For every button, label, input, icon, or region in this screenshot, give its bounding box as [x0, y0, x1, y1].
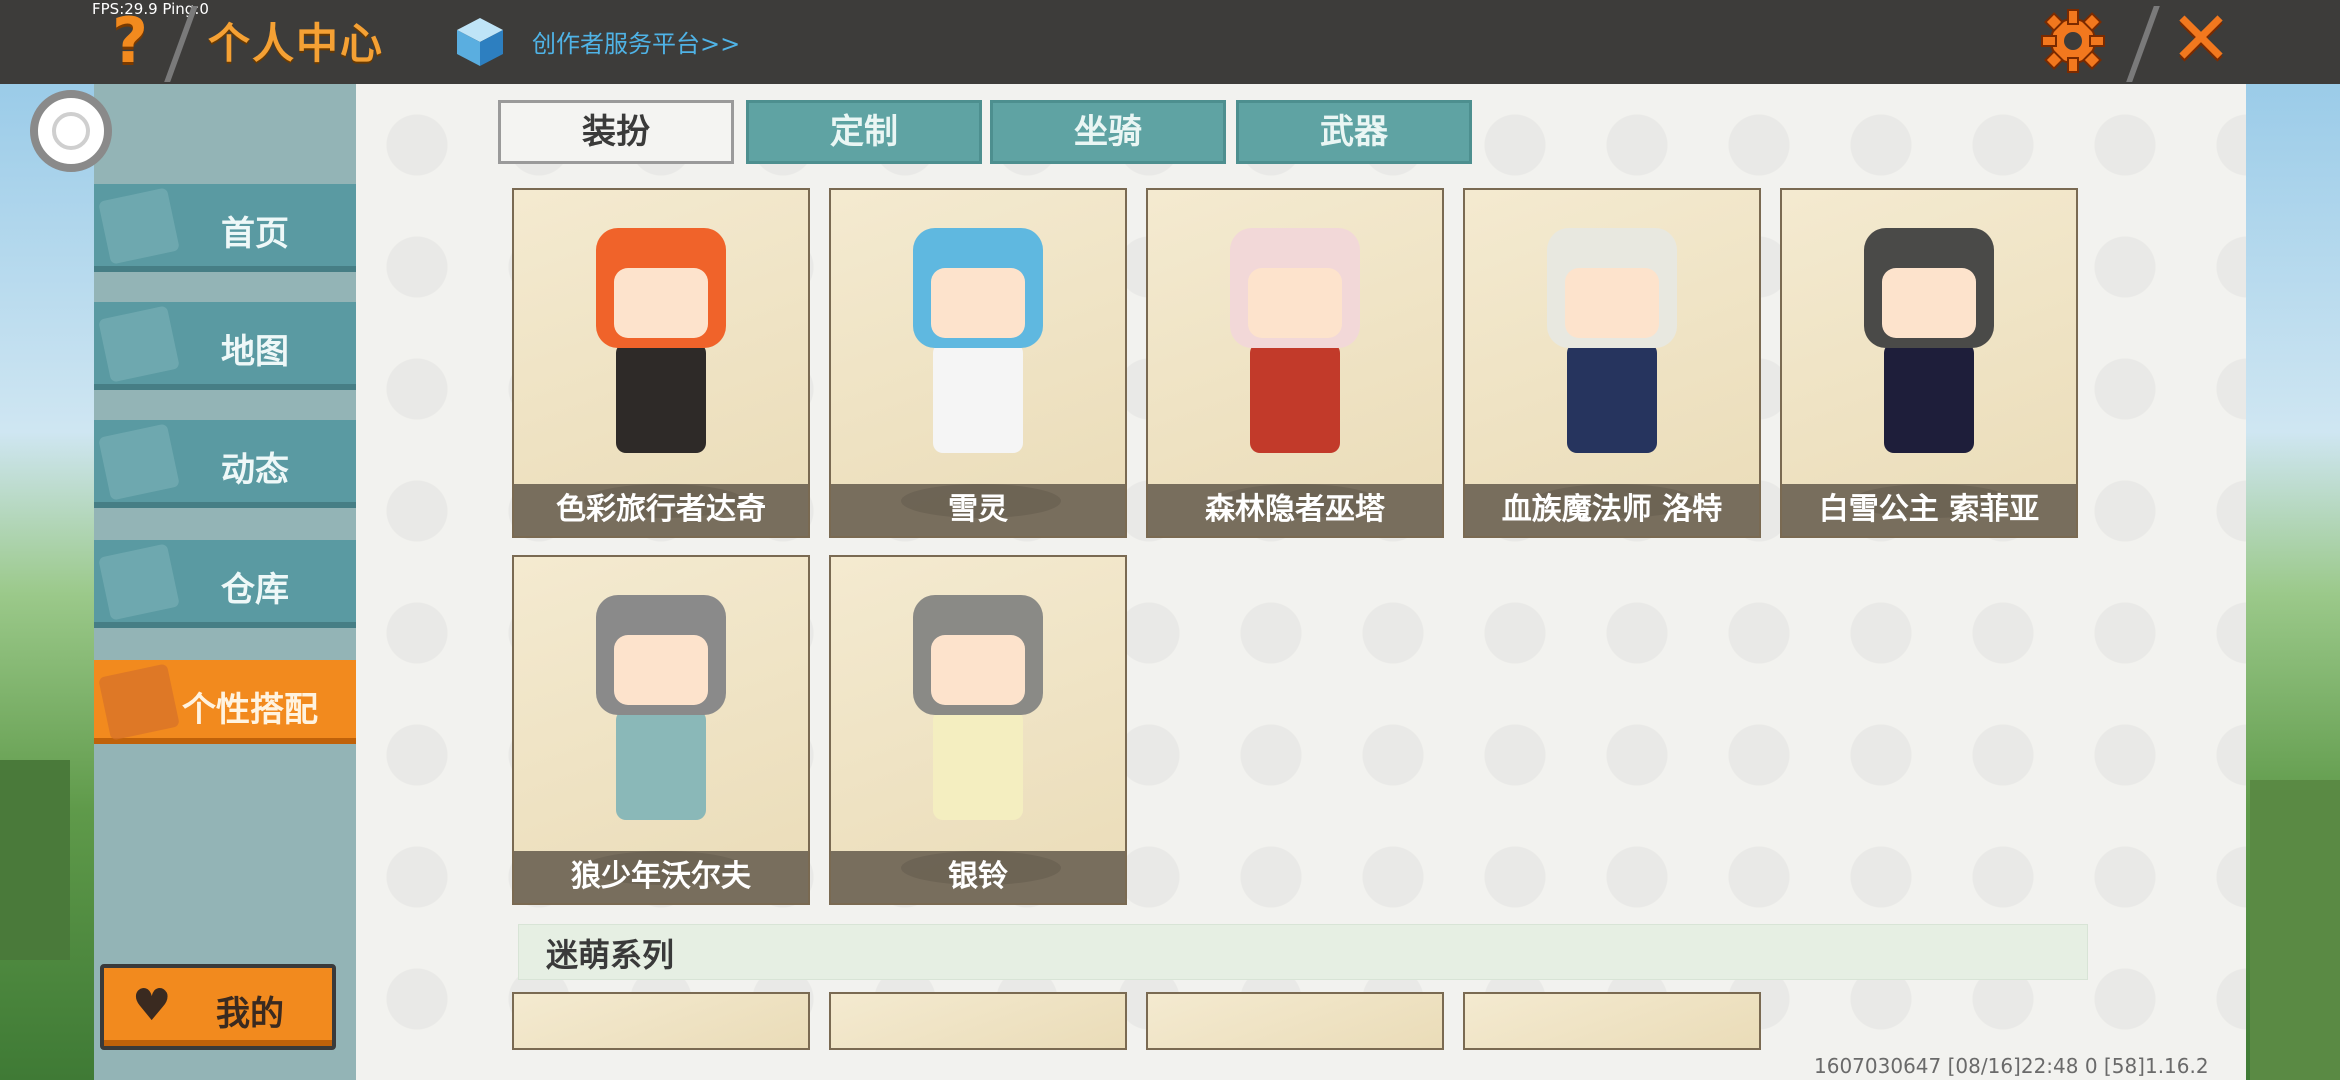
skin-name: 雪灵 [831, 484, 1125, 536]
tab-costume[interactable]: 装扮 [498, 100, 734, 164]
skin-name: 银铃 [831, 851, 1125, 903]
heart-icon: ♥ [132, 980, 172, 1031]
skin-card[interactable]: 血族魔法师 洛特 [1463, 188, 1761, 538]
tab-mount[interactable]: 坐骑 [990, 100, 1226, 164]
skin-name: 狼少年沃尔夫 [514, 851, 808, 903]
character-face [1882, 268, 1976, 338]
skin-card[interactable]: 色彩旅行者达奇 [512, 188, 810, 538]
sidebar-item-home[interactable]: 首页 [94, 184, 356, 272]
terrain-block [2250, 780, 2340, 1080]
character-body [1884, 343, 1974, 453]
character-body [1250, 343, 1340, 453]
close-icon[interactable]: ✕ [2168, 2, 2234, 76]
skin-name: 血族魔法师 洛特 [1465, 484, 1759, 536]
sidebar-item-label: 地图 [221, 332, 289, 372]
gear-icon[interactable] [2040, 8, 2106, 74]
character-body [933, 343, 1023, 453]
character-figure [576, 208, 746, 488]
skin-card[interactable]: 银铃 [829, 555, 1127, 905]
page-title: 个人中心 [208, 19, 385, 68]
skin-card-partial[interactable] [829, 992, 1127, 1050]
character-face [614, 268, 708, 338]
skin-card-partial[interactable] [1146, 992, 1444, 1050]
character-face [1248, 268, 1342, 338]
sidebar-item-label: 仓库 [221, 570, 289, 610]
character-body [933, 710, 1023, 820]
sidebar-item-outfit[interactable]: 个性搭配 [94, 660, 356, 744]
character-figure [576, 575, 746, 855]
tab-custom[interactable]: 定制 [746, 100, 982, 164]
my-button-label: 我的 [216, 994, 284, 1034]
series-title: 迷萌系列 [546, 936, 675, 974]
character-face [931, 268, 1025, 338]
question-icon[interactable]: ? [112, 6, 172, 76]
character-figure [893, 208, 1063, 488]
character-figure [893, 575, 1063, 855]
skin-card-partial[interactable] [512, 992, 810, 1050]
sidebar-item-label: 首页 [221, 214, 289, 254]
skin-name: 白雪公主 索菲亚 [1782, 484, 2076, 536]
character-face [614, 635, 708, 705]
tab-weapon[interactable]: 武器 [1236, 100, 1472, 164]
series-header [518, 924, 2088, 980]
joystick-toggle-button[interactable] [30, 90, 112, 172]
character-figure [1210, 208, 1380, 488]
skin-card[interactable]: 狼少年沃尔夫 [512, 555, 810, 905]
sidebar-item-feed[interactable]: 动态 [94, 420, 356, 508]
character-face [1565, 268, 1659, 338]
top-bar: FPS:29.9 Ping:0 ? 个人中心 创作者服务平台>> ✕ [0, 0, 2340, 84]
divider [2126, 6, 2160, 82]
cube-icon [457, 18, 503, 66]
character-face [931, 635, 1025, 705]
creator-platform-link[interactable]: 创作者服务平台>> [532, 24, 740, 59]
character-figure [1844, 208, 2014, 488]
skin-card[interactable]: 森林隐者巫塔 [1146, 188, 1444, 538]
sidebar-item-label: 动态 [221, 450, 289, 490]
skin-name: 色彩旅行者达奇 [514, 484, 808, 536]
my-button[interactable]: ♥ 我的 [100, 964, 336, 1050]
skin-card[interactable]: 白雪公主 索菲亚 [1780, 188, 2078, 538]
terrain-block [0, 760, 70, 960]
sidebar-item-map[interactable]: 地图 [94, 302, 356, 390]
character-body [616, 343, 706, 453]
character-body [1567, 343, 1657, 453]
skin-card-partial[interactable] [1463, 992, 1761, 1050]
skin-name: 森林隐者巫塔 [1148, 484, 1442, 536]
sidebar-item-warehouse[interactable]: 仓库 [94, 540, 356, 628]
character-figure [1527, 208, 1697, 488]
version-info: 1607030647 [08/16]22:48 0 [58]1.16.2 [1814, 1054, 2209, 1078]
character-body [616, 710, 706, 820]
sidebar-item-label: 个性搭配 [182, 690, 318, 730]
skin-card[interactable]: 雪灵 [829, 188, 1127, 538]
